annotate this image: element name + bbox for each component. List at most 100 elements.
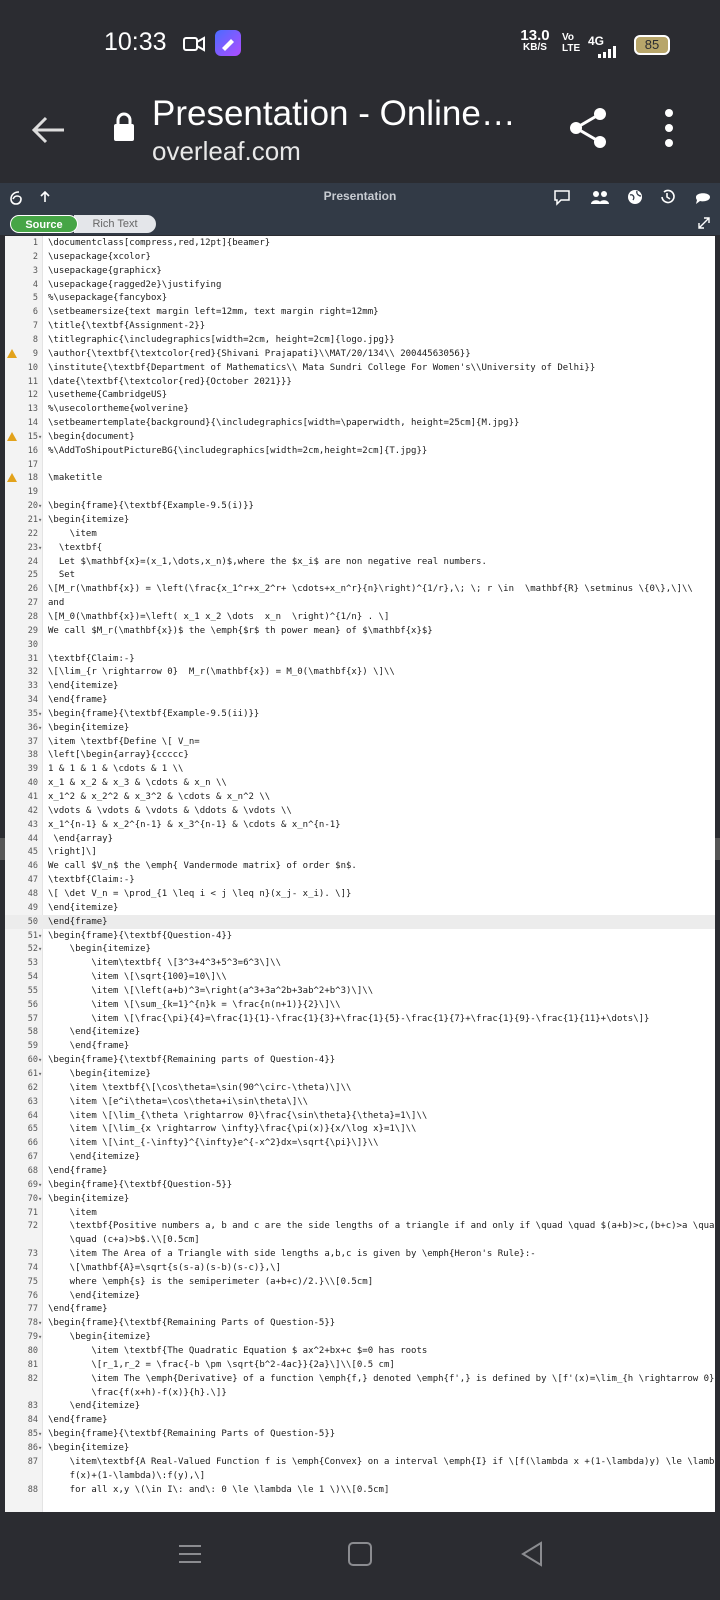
code-line[interactable]: 85 ▾ \begin{frame}{\textbf{Remaining Parts… <box>5 1427 715 1441</box>
code-line[interactable]: 43 x_1^{n-1} & x_2^{n-1} & x_3^{n-1} & \c… <box>5 818 715 832</box>
code-line[interactable]: 86 ▾ \begin{itemize} <box>5 1441 715 1455</box>
code-line[interactable]: 56 \item \[\sum_{k=1}^{n}k = \frac{n(n+1… <box>5 998 715 1012</box>
fold-arrow-icon[interactable]: ▾ <box>38 430 42 444</box>
code-line[interactable]: 62 \item \textbf{\[\cos\theta=\sin(90^\c… <box>5 1081 715 1095</box>
more-options-icon[interactable] <box>664 108 674 148</box>
code-line[interactable]: 2 \usepackage{xcolor} <box>5 250 715 264</box>
code-line[interactable]: 65 \item \[\lim_{x \rightarrow \infty}\f… <box>5 1122 715 1136</box>
code-line[interactable]: 71 \item <box>5 1206 715 1220</box>
code-line[interactable]: 34 \end{frame} <box>5 693 715 707</box>
code-line[interactable]: 22 \item <box>5 527 715 541</box>
code-line[interactable]: 3 \usepackage{graphicx} <box>5 264 715 278</box>
review-icon[interactable] <box>553 188 575 206</box>
fold-arrow-icon[interactable]: ▾ <box>38 929 42 943</box>
left-scroll-handle[interactable] <box>0 838 5 860</box>
code-line[interactable]: 19 <box>5 485 715 499</box>
code-line[interactable]: 61 ▾ \begin{itemize} <box>5 1067 715 1081</box>
code-line[interactable]: 84 \end{frame} <box>5 1413 715 1427</box>
rich-text-tab[interactable]: Rich Text <box>74 215 156 233</box>
page-domain[interactable]: overleaf.com <box>152 136 301 167</box>
code-line[interactable]: 13 %\usecolortheme{wolverine} <box>5 402 715 416</box>
code-line[interactable]: 72 \textbf{Positive numbers a, b and c a… <box>5 1219 715 1233</box>
code-line[interactable]: 74 \[\mathbf{A}=\sqrt{s(s-a)(s-b)(s-c)},… <box>5 1261 715 1275</box>
code-line[interactable]: 41 x_1^2 & x_2^2 & x_3^2 & \cdots & x_n^2… <box>5 790 715 804</box>
code-line[interactable]: 53 \item\textbf{ \[3^3+4^3+5^3=6^3\]\\ <box>5 956 715 970</box>
code-line[interactable]: 44 \end{array} <box>5 832 715 846</box>
back-icon[interactable] <box>518 1540 546 1568</box>
expand-icon[interactable] <box>698 217 710 229</box>
fold-arrow-icon[interactable]: ▾ <box>38 513 42 527</box>
code-line[interactable]: 11 \date{\textbf{\textcolor{red}{October … <box>5 375 715 389</box>
code-line[interactable]: 9 \author{\textbf{\textcolor{red}{Shivani… <box>5 347 715 361</box>
code-line[interactable]: 66 \item \[\int_{-\infty}^{\infty}e^{-x^… <box>5 1136 715 1150</box>
code-line[interactable]: 68 \end{frame} <box>5 1164 715 1178</box>
code-line[interactable]: 5 %\usepackage{fancybox} <box>5 291 715 305</box>
code-line[interactable]: 81 \[r_1,r_2 = \frac{-b \pm \sqrt{b^2-4a… <box>5 1358 715 1372</box>
code-line[interactable]: 69 ▾ \begin{frame}{\textbf{Question-5}} <box>5 1178 715 1192</box>
code-line[interactable]: 25 Set <box>5 568 715 582</box>
code-line[interactable]: 77 \end{frame} <box>5 1302 715 1316</box>
code-line[interactable]: 1 \documentclass[compress,red,12pt]{beame… <box>5 236 715 250</box>
code-line[interactable]: 48 \[ \det V_n = \prod_{1 \leq i < j \leq… <box>5 887 715 901</box>
code-line[interactable]: 35 ▾ \begin{frame}{\textbf{Example-9.5(ii)… <box>5 707 715 721</box>
code-line[interactable]: 10 \institute{\textbf{Department of Mathe… <box>5 361 715 375</box>
source-tab[interactable]: Source <box>10 215 78 233</box>
page-title[interactable]: Presentation - Online… <box>152 94 516 134</box>
code-line[interactable]: 76 \end{itemize} <box>5 1289 715 1303</box>
code-line[interactable]: 42 \vdots & \vdots & \vdots & \ddots & \v… <box>5 804 715 818</box>
code-line[interactable]: 31 \textbf{Claim:-} <box>5 652 715 666</box>
code-line[interactable]: 15 ▾ \begin{document} <box>5 430 715 444</box>
code-line[interactable]: 33 \end{itemize} <box>5 679 715 693</box>
code-line[interactable]: 87 \item\textbf{A Real-Valued Function f… <box>5 1455 715 1469</box>
code-line[interactable]: 46 We call $V_n$ the \emph{ Vandermode ma… <box>5 859 715 873</box>
right-scroll-handle[interactable] <box>715 838 720 860</box>
code-line[interactable]: 64 \item \[\lim_{\theta \rightarrow 0}\f… <box>5 1109 715 1123</box>
code-line[interactable]: 8 \titlegraphic{\includegraphics[width=2c… <box>5 333 715 347</box>
code-line[interactable]: 16 %\AddToShipoutPictureBG{\includegraphi… <box>5 444 715 458</box>
code-line[interactable]: 20 ▾ \begin{frame}{\textbf{Example-9.5(i)}… <box>5 499 715 513</box>
code-line[interactable]: 52 ▾ \begin{itemize} <box>5 942 715 956</box>
code-line[interactable]: 21 ▾ \begin{itemize} <box>5 513 715 527</box>
code-line[interactable]: 24 Let $\mathbf{x}=(x_1,\dots,x_n)$,wher… <box>5 555 715 569</box>
chat-icon[interactable] <box>694 189 712 205</box>
code-line[interactable]: 14 \setbeamertemplate{background}{\includ… <box>5 416 715 430</box>
code-line[interactable]: 23 ▾ \textbf{ <box>5 541 715 555</box>
fold-arrow-icon[interactable]: ▾ <box>38 1441 42 1455</box>
code-line[interactable]: 70 ▾ \begin{itemize} <box>5 1192 715 1206</box>
code-line[interactable]: 75 where \emph{s} is the semiperimeter (… <box>5 1275 715 1289</box>
code-line[interactable]: 17 <box>5 458 715 472</box>
fold-arrow-icon[interactable]: ▾ <box>38 1178 42 1192</box>
code-line[interactable]: 18 \maketitle <box>5 471 715 485</box>
code-line[interactable]: 49 \end{itemize} <box>5 901 715 915</box>
fold-arrow-icon[interactable]: ▾ <box>38 1427 42 1441</box>
code-line[interactable]: 7 \title{\textbf{Assignment-2}} <box>5 319 715 333</box>
back-arrow-icon[interactable] <box>30 112 66 148</box>
code-line[interactable]: 4 \usepackage{ragged2e}\justifying <box>5 278 715 292</box>
code-line[interactable]: 80 \item \textbf{The Quadratic Equation … <box>5 1344 715 1358</box>
code-line[interactable]: 73 \item The Area of a Triangle with sid… <box>5 1247 715 1261</box>
code-line[interactable]: 67 \end{itemize} <box>5 1150 715 1164</box>
fold-arrow-icon[interactable]: ▾ <box>38 1067 42 1081</box>
fold-arrow-icon[interactable]: ▾ <box>38 707 42 721</box>
code-line[interactable]: 50 \end{frame} <box>5 914 715 929</box>
code-line[interactable]: 47 \textbf{Claim:-} <box>5 873 715 887</box>
fold-arrow-icon[interactable]: ▾ <box>38 1316 42 1330</box>
code-line[interactable]: 37 \item \textbf{Define \[ V_n= <box>5 735 715 749</box>
code-line[interactable]: 39 1 & 1 & 1 & \cdots & 1 \\ <box>5 762 715 776</box>
code-line[interactable]: 30 <box>5 638 715 652</box>
home-icon[interactable] <box>346 1540 374 1568</box>
globe-icon[interactable] <box>627 189 643 205</box>
fold-arrow-icon[interactable]: ▾ <box>38 942 42 956</box>
code-line[interactable]: 60 ▾ \begin{frame}{\textbf{Remaining parts… <box>5 1053 715 1067</box>
fold-arrow-icon[interactable]: ▾ <box>38 1053 42 1067</box>
code-line[interactable]: 79 ▾ \begin{itemize} <box>5 1330 715 1344</box>
code-line[interactable]: 54 \item \[\sqrt{100}=10\]\\ <box>5 970 715 984</box>
recent-apps-icon[interactable] <box>176 1540 204 1568</box>
code-line[interactable]: 57 \item \[\frac{\pi}{4}=\frac{1}{1}-\fr… <box>5 1012 715 1026</box>
history-icon[interactable] <box>659 189 675 205</box>
code-line[interactable]: 32 \[\lim_{r \rightarrow 0} M_r(\mathbf{x… <box>5 665 715 679</box>
code-line[interactable]: f(x)+(1-\lambda)\:f(y),\] <box>5 1469 715 1483</box>
code-line[interactable]: 26 \[M_r(\mathbf{x}) = \left(\frac{x_1^r+… <box>5 582 715 596</box>
code-line[interactable]: 83 \end{itemize} <box>5 1399 715 1413</box>
code-line[interactable]: 36 ▾ \begin{itemize} <box>5 721 715 735</box>
